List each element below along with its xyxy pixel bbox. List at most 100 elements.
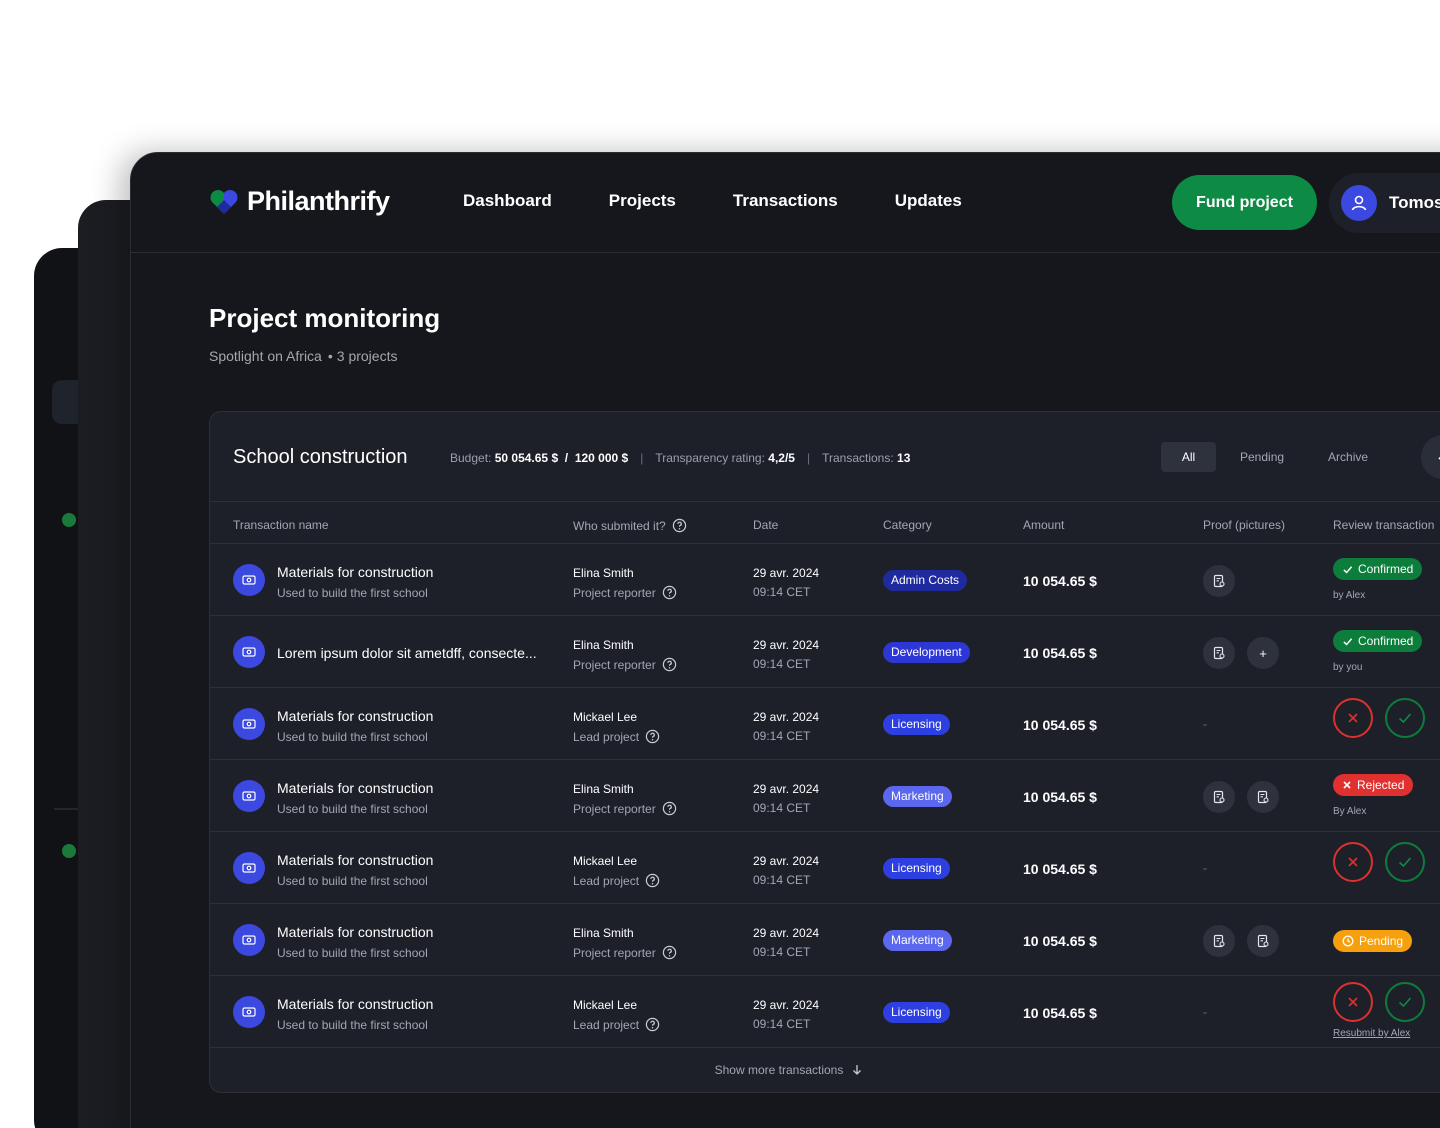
- check-icon: [1343, 637, 1353, 645]
- logo[interactable]: Philanthrify: [209, 186, 390, 217]
- help-circle-icon[interactable]: [645, 873, 660, 888]
- reviewed-by: by Alex: [1333, 590, 1366, 601]
- status-label: Confirmed: [1358, 562, 1414, 576]
- reviewed-by: by you: [1333, 662, 1363, 673]
- fund-project-button[interactable]: Fund project: [1172, 175, 1317, 230]
- nav-transactions[interactable]: Transactions: [733, 191, 838, 211]
- proof-cell: [1203, 925, 1279, 957]
- user-menu[interactable]: Tomos: [1329, 173, 1440, 233]
- table-row[interactable]: Materials for construction Used to build …: [210, 544, 1440, 616]
- table-row[interactable]: Materials for construction Used to build …: [210, 976, 1440, 1048]
- rating-value: 4,2/5: [768, 451, 795, 465]
- money-icon: [242, 575, 256, 585]
- category-badge: Licensing: [883, 714, 950, 735]
- page-title: Project monitoring: [209, 303, 441, 333]
- check-icon: [1398, 997, 1412, 1008]
- filter-all[interactable]: All: [1161, 442, 1216, 472]
- budget-spent: 50 054.65 $: [494, 451, 559, 465]
- table-row[interactable]: Materials for construction Used to build …: [210, 904, 1440, 976]
- close-icon: [1348, 713, 1358, 723]
- close-icon: [1343, 781, 1351, 789]
- close-icon: [1348, 997, 1358, 1007]
- collapse-button[interactable]: [1421, 435, 1440, 479]
- resubmit-link[interactable]: Resubmit by Alex: [1333, 1028, 1425, 1039]
- app-window: Philanthrify Dashboard Projects Transact…: [130, 152, 1440, 1128]
- proof-receipt-button[interactable]: [1203, 925, 1235, 957]
- status-label: Rejected: [1357, 778, 1405, 792]
- help-circle-icon[interactable]: [645, 729, 660, 744]
- transaction-description: Used to build the first school: [277, 874, 428, 888]
- submitter-role: Lead project: [573, 729, 640, 744]
- nav-dashboard[interactable]: Dashboard: [463, 191, 552, 211]
- submitter-cell: Mickael Lee Lead project: [573, 710, 660, 744]
- transaction-name-cell: Materials for construction Used to build …: [277, 924, 433, 960]
- submitter-role: Project reporter: [573, 585, 656, 600]
- table-row[interactable]: Lorem ipsum dolor sit ametdff, consecte.…: [210, 616, 1440, 688]
- help-circle-icon[interactable]: [662, 945, 677, 960]
- receipt-icon: [1257, 934, 1269, 948]
- submitter-role: Lead project: [573, 873, 640, 888]
- nav-updates[interactable]: Updates: [895, 191, 962, 211]
- approve-button[interactable]: [1385, 982, 1425, 1022]
- chevron-up-icon: [1438, 456, 1440, 460]
- user-icon: [1351, 195, 1367, 211]
- submitter-cell: Elina Smith Project reporter: [573, 782, 677, 816]
- proof-receipt-button[interactable]: [1203, 637, 1235, 669]
- reject-button[interactable]: [1333, 698, 1373, 738]
- table-row[interactable]: Materials for construction Used to build …: [210, 832, 1440, 904]
- help-circle-icon[interactable]: [645, 1017, 660, 1032]
- submitter-cell: Elina Smith Project reporter: [573, 638, 677, 672]
- help-circle-icon[interactable]: [662, 657, 677, 672]
- transaction-description: Used to build the first school: [277, 802, 428, 816]
- proof-receipt-button[interactable]: [1203, 781, 1235, 813]
- approve-button[interactable]: [1385, 698, 1425, 738]
- filter-archive[interactable]: Archive: [1328, 442, 1368, 472]
- transaction-time: 09:14 CET: [753, 801, 811, 815]
- submitter-name: Mickael Lee: [573, 998, 638, 1012]
- proof-receipt-button[interactable]: [1247, 781, 1279, 813]
- submitter-role: Project reporter: [573, 657, 656, 672]
- transaction-time: 09:14 CET: [753, 729, 811, 743]
- transaction-title: Materials for construction: [277, 780, 434, 796]
- transaction-time: 09:14 CET: [753, 873, 811, 887]
- nav-projects[interactable]: Projects: [609, 191, 676, 211]
- budget-total: 120 000 $: [574, 451, 629, 465]
- transaction-icon: [233, 924, 265, 956]
- table-row[interactable]: Materials for construction Used to build …: [210, 688, 1440, 760]
- submitter-cell: Elina Smith Project reporter: [573, 926, 677, 960]
- receipt-icon: [1213, 934, 1225, 948]
- reject-button[interactable]: [1333, 842, 1373, 882]
- proof-receipt-button[interactable]: [1247, 925, 1279, 957]
- transaction-name-cell: Materials for construction Used to build …: [277, 852, 433, 888]
- avatar: [1341, 185, 1377, 221]
- budget-label: Budget:: [450, 451, 492, 465]
- approve-button[interactable]: [1385, 842, 1425, 882]
- money-icon: [242, 791, 256, 801]
- app-name: Philanthrify: [247, 186, 390, 216]
- review-cell: Resubmit by Alex: [1333, 982, 1425, 1039]
- review-cell: Pending: [1333, 918, 1413, 952]
- proof-cell: -: [1203, 709, 1207, 731]
- submitter-name: Elina Smith: [573, 638, 634, 652]
- col-amount: Amount: [1023, 518, 1065, 532]
- status-dot: [62, 513, 76, 527]
- filter-pending[interactable]: Pending: [1240, 442, 1284, 472]
- proof-receipt-button[interactable]: [1203, 565, 1235, 597]
- col-proof: Proof (pictures): [1203, 518, 1286, 532]
- transaction-date: 29 avr. 2024: [753, 566, 820, 580]
- add-proof-button[interactable]: +: [1247, 637, 1279, 669]
- proof-cell: [1203, 565, 1235, 597]
- reject-button[interactable]: [1333, 982, 1373, 1022]
- help-circle-icon[interactable]: [672, 518, 687, 533]
- help-circle-icon[interactable]: [662, 585, 677, 600]
- help-circle-icon[interactable]: [662, 801, 677, 816]
- proof-cell: -: [1203, 997, 1207, 1019]
- project-title: School construction: [233, 446, 408, 468]
- date-cell: 29 avr. 2024 09:14 CET: [753, 926, 819, 959]
- table-row[interactable]: Materials for construction Used to build …: [210, 760, 1440, 832]
- category-badge: Marketing: [883, 930, 952, 951]
- status-badge: Confirmed: [1333, 558, 1423, 580]
- proof-cell: +: [1203, 637, 1279, 669]
- show-more-button[interactable]: Show more transactions: [210, 1048, 1440, 1092]
- col-review: Review transaction: [1333, 518, 1435, 532]
